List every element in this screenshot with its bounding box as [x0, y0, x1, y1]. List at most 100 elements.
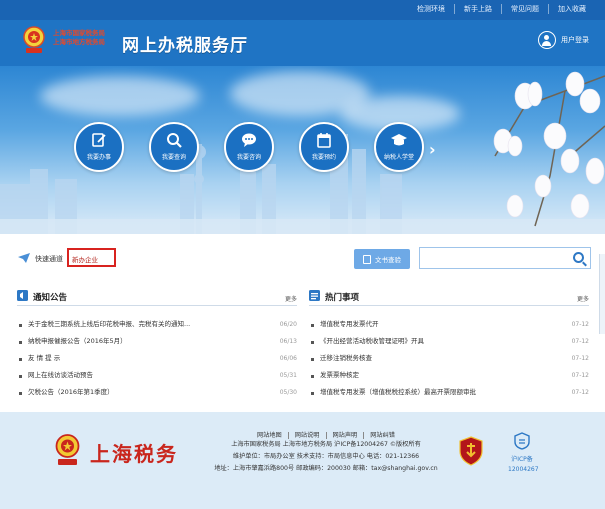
national-emblem-icon [23, 26, 45, 53]
service-label: 我要预约 [311, 154, 336, 161]
notices-title: 通知公告 [33, 293, 68, 303]
notice-date: 05/30 [279, 389, 297, 396]
hot-item[interactable]: 发票票种核定 07-12 [309, 367, 589, 384]
service-handle-business[interactable]: 我要办事 [74, 122, 124, 172]
service-taxpayer-school[interactable]: 纳税人学堂 [374, 122, 424, 172]
hot-item-date: 07-12 [571, 321, 589, 328]
top-links: 检测环境 新手上路 常见问题 加入收藏 [408, 4, 595, 14]
hot-item-text: 《开出经营活动税收管理证明》开具 [320, 337, 424, 345]
link-check-env[interactable]: 检测环境 [408, 4, 454, 14]
notice-item[interactable]: 网上在线访谈活动预告 05/31 [17, 367, 297, 384]
link-favorite[interactable]: 加入收藏 [548, 4, 595, 14]
hot-list-icon [309, 290, 320, 301]
footer-link-about[interactable]: 网站说明 [287, 432, 326, 439]
notice-date: 06/13 [279, 338, 297, 345]
magnolia-flowers-image [493, 71, 605, 227]
document-verify-button[interactable]: 文书查验 [354, 249, 410, 269]
service-query[interactable]: 我要查询 [149, 122, 199, 172]
bureau-names: 上海市国家税务局 上海市地方税务局 [53, 29, 105, 47]
footer-link-sitemap[interactable]: 网站地图 [251, 432, 288, 439]
hot-item-text: 增值税专用发票（增值税税控系统）最高开票限额审批 [320, 388, 476, 396]
quick-channel-select[interactable]: 新办企业 [67, 248, 116, 267]
link-beginner[interactable]: 新手上路 [454, 4, 501, 14]
footer-line-copyright: 上海市国家税务局 上海市地方税务局 沪ICP备12004267 ©版权所有 [231, 441, 421, 448]
hot-items-more-link[interactable]: 更多 [577, 294, 589, 303]
hot-items-list: 增值税专用发票代开 07-12 《开出经营活动税收管理证明》开具 07-12 迁移注… [309, 316, 589, 401]
notice-text: 欠税公告（2016年第1季度） [28, 388, 114, 396]
notice-text: 关于金税三期系统上线后印花税申报、完税有关的通知... [28, 320, 191, 328]
hot-item-text: 发票票种核定 [320, 371, 359, 379]
graduation-cap-icon [391, 134, 407, 146]
edit-icon [92, 133, 106, 147]
chat-icon [242, 133, 256, 147]
notice-text: 网上在线访谈活动预告 [28, 371, 93, 379]
hero-banner: 我要办事 我要查询 我要咨询 我要预约 纳税人学堂 › [0, 66, 605, 234]
footer-info: 网站地图 网站说明 网站声明 网站纠错 上海市国家税务局 上海市地方税务局 沪I… [196, 432, 456, 475]
service-label: 我要办事 [86, 154, 111, 161]
hot-items-header: 热门事项 更多 [309, 288, 589, 306]
search-input[interactable] [419, 247, 591, 269]
search-icon[interactable] [573, 252, 584, 263]
service-appointment[interactable]: 我要预约 [299, 122, 349, 172]
notice-item[interactable]: 纳税申报催报公告（2016年5月） 06/13 [17, 333, 297, 350]
hot-item[interactable]: 增值税专用发票代开 07-12 [309, 316, 589, 333]
top-bar: 检测环境 新手上路 常见问题 加入收藏 [0, 0, 605, 20]
footer-link-report-error[interactable]: 网站纠错 [363, 432, 401, 439]
quick-access-bar: 快速通道 新办企业 文书查验 [0, 242, 605, 274]
hot-item-date: 07-12 [571, 372, 589, 379]
hot-item[interactable]: 《开出经营活动税收管理证明》开具 07-12 [309, 333, 589, 350]
site-title: 网上办税服务厅 [122, 36, 248, 56]
hot-item-date: 07-12 [571, 355, 589, 362]
icp-badge[interactable]: 沪ICP备 12004267 [508, 432, 539, 473]
hot-item[interactable]: 增值税专用发票（增值税税控系统）最高开票限额审批 07-12 [309, 384, 589, 401]
notice-date: 05/31 [279, 372, 297, 379]
footer-link-statement[interactable]: 网站声明 [325, 432, 364, 439]
footer-links: 网站地图 网站说明 网站声明 网站纠错 [196, 432, 456, 439]
icp-shield-icon [514, 432, 530, 450]
service-label: 我要查询 [161, 154, 186, 161]
paper-plane-icon [18, 253, 30, 263]
side-scroll-tab[interactable] [599, 254, 605, 334]
search-icon [167, 133, 182, 148]
hot-items-panel: 热门事项 更多 增值税专用发票代开 07-12 《开出经营活动税收管理证明》开具 0… [309, 288, 589, 402]
notice-item[interactable]: 关于金税三期系统上线后印花税申报、完税有关的通知... 06/20 [17, 316, 297, 333]
police-badge-icon[interactable] [458, 436, 484, 466]
notices-panel: 通知公告 更多 关于金税三期系统上线后印花税申报、完税有关的通知... 06/20… [17, 288, 297, 402]
hot-item-text: 迁移注销税务核查 [320, 354, 372, 362]
notice-item[interactable]: 欠税公告（2016年第1季度） 05/30 [17, 384, 297, 401]
notices-header: 通知公告 更多 [17, 288, 297, 306]
page: 检测环境 新手上路 常见问题 加入收藏 上海市国家税务局 上海市地方税务局 网上… [0, 0, 605, 509]
notice-date: 06/06 [279, 355, 297, 362]
hot-item-date: 07-12 [571, 389, 589, 396]
notice-text: 友 情 提 示 [28, 354, 61, 362]
icp-badge-top: 沪ICP备 [511, 456, 533, 463]
service-consult[interactable]: 我要咨询 [224, 122, 274, 172]
quick-channel-label: 快速通道 [35, 255, 63, 263]
service-label: 纳税人学堂 [383, 154, 414, 161]
service-label: 我要咨询 [236, 154, 261, 161]
notice-text: 纳税申报催报公告（2016年5月） [28, 337, 127, 345]
notices-more-link[interactable]: 更多 [285, 294, 297, 303]
icp-badge-number: 12004267 [508, 466, 539, 473]
footer-line-maintenance: 维护单位：市局办公室 技术支持：市局信息中心 电话：021-12366 [232, 453, 420, 460]
bureau-local: 上海市地方税务局 [53, 38, 105, 46]
banner-next-arrow[interactable]: › [429, 140, 436, 159]
link-faq[interactable]: 常见问题 [501, 4, 548, 14]
hot-item-date: 07-12 [571, 338, 589, 345]
footer: 上海税务 网站地图 网站说明 网站声明 网站纠错 上海市国家税务局 上海市地方税… [0, 412, 605, 509]
notice-date: 06/20 [279, 321, 297, 328]
document-verify-label: 文书查验 [375, 256, 401, 264]
header: 上海市国家税务局 上海市地方税务局 网上办税服务厅 用户登录 [0, 20, 605, 66]
hot-item[interactable]: 迁移注销税务核查 07-12 [309, 350, 589, 367]
notice-item[interactable]: 友 情 提 示 06/06 [17, 350, 297, 367]
user-icon [538, 31, 556, 49]
service-shortcuts: 我要办事 我要查询 我要咨询 我要预约 纳税人学堂 [74, 122, 424, 172]
footer-line-address: 地址：上海市肇嘉浜路800号 邮政编码：200030 邮箱：tax@shangh… [214, 465, 438, 472]
user-login-button[interactable]: 用户登录 [538, 31, 589, 49]
bureau-national: 上海市国家税务局 [53, 29, 105, 37]
cloud-decoration [40, 76, 200, 116]
login-label: 用户登录 [561, 36, 589, 44]
footer-logo-text: 上海税务 [90, 442, 178, 466]
hot-item-text: 增值税专用发票代开 [320, 320, 379, 328]
document-icon [363, 254, 371, 264]
